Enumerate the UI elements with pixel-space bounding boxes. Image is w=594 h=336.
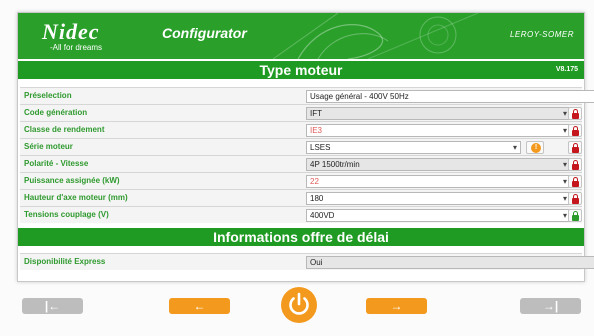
row-label: Préselection — [24, 91, 72, 100]
app-title: Configurator — [162, 25, 247, 41]
polarite-vitesse-select[interactable]: 4P 1500tr/min ▾ — [306, 158, 571, 171]
serie-moteur-select[interactable]: LSES ▾ — [306, 141, 521, 154]
row-disponibilite-express: Disponibilité Express Oui — [20, 253, 594, 270]
lock-icon[interactable] — [568, 107, 582, 120]
lock-icon[interactable] — [568, 209, 582, 222]
preselection-field[interactable]: Usage général - 400V 50Hz — [306, 90, 594, 103]
first-arrow-icon: |← — [44, 299, 61, 313]
field-value: 400VD — [310, 211, 335, 220]
chevron-down-icon: ▾ — [562, 109, 567, 118]
puissance-assignee-select[interactable]: 22 ▾ — [306, 175, 571, 188]
first-page-button[interactable]: |← — [22, 298, 83, 314]
header-decoration — [272, 13, 479, 59]
field-value: LSES — [310, 143, 331, 152]
company-tagline: -All for dreams — [50, 43, 103, 52]
lock-icon[interactable] — [568, 175, 582, 188]
disponibilite-express-field: Oui — [306, 256, 594, 269]
power-icon — [289, 292, 309, 315]
section-type-moteur: Type moteur V8.175 — [18, 61, 584, 79]
code-generation-select[interactable]: IFT ▾ — [306, 107, 571, 120]
lock-icon[interactable] — [568, 158, 582, 171]
hauteur-axe-select[interactable]: 180 ▾ — [306, 192, 571, 205]
field-value: Usage général - 400V 50Hz — [310, 92, 409, 101]
field-value: 22 — [310, 177, 319, 186]
row-label: Classe de rendement — [24, 125, 105, 134]
chevron-down-icon: ▾ — [562, 126, 567, 135]
lock-icon[interactable] — [568, 141, 582, 154]
field-value: 4P 1500tr/min — [310, 160, 360, 169]
left-arrow-icon: ← — [193, 299, 206, 313]
lock-icon[interactable] — [568, 124, 582, 137]
version-label: V8.175 — [555, 66, 578, 73]
header-banner: Nidec -All for dreams Configurator LEROY… — [18, 13, 584, 59]
section-informations-delai: Informations offre de délai — [18, 228, 584, 246]
last-page-button[interactable]: →| — [520, 298, 581, 314]
tensions-couplage-select[interactable]: 400VD ▾ — [306, 209, 571, 222]
row-preselection: Préselection Usage général - 400V 50Hz — [20, 87, 594, 104]
field-value: IFT — [310, 109, 322, 118]
configurator-window: Nidec -All for dreams Configurator LEROY… — [17, 12, 594, 282]
lock-icon[interactable] — [568, 192, 582, 205]
field-value: Oui — [310, 258, 323, 267]
power-button[interactable] — [281, 287, 317, 323]
row-tensions-couplage: Tensions couplage (V) 400VD ▾ — [20, 206, 582, 223]
row-puissance-assignee: Puissance assignée (kW) 22 ▾ — [20, 172, 582, 189]
row-polarite-vitesse: Polarité - Vitesse 4P 1500tr/min ▾ — [20, 155, 582, 172]
last-arrow-icon: →| — [542, 299, 559, 313]
company-logo: Nidec — [42, 19, 100, 44]
row-label: Série moteur — [24, 142, 73, 151]
row-serie-moteur: Série moteur LSES ▾ ! — [20, 138, 582, 155]
warning-icon[interactable]: ! — [526, 141, 544, 154]
row-label: Code génération — [24, 108, 88, 117]
previous-button[interactable]: ← — [169, 298, 230, 314]
row-label: Puissance assignée (kW) — [24, 176, 120, 185]
right-arrow-icon: → — [390, 299, 403, 313]
row-classe-rendement: Classe de rendement IE3 ▾ — [20, 121, 582, 138]
row-label: Tensions couplage (V) — [24, 210, 109, 219]
brand-logo: LEROY-SOMER — [509, 30, 574, 39]
chevron-down-icon: ▾ — [512, 143, 517, 152]
row-hauteur-axe: Hauteur d'axe moteur (mm) 180 ▾ — [20, 189, 582, 206]
row-label: Disponibilité Express — [24, 257, 106, 266]
next-button[interactable]: → — [366, 298, 427, 314]
field-value: IE3 — [310, 126, 323, 135]
chevron-down-icon: ▾ — [562, 160, 567, 169]
section-title: Type moteur — [259, 62, 343, 78]
section-title: Informations offre de délai — [213, 229, 389, 245]
row-label: Hauteur d'axe moteur (mm) — [24, 193, 128, 202]
chevron-down-icon: ▾ — [562, 177, 567, 186]
field-value: 180 — [310, 194, 324, 203]
chevron-down-icon: ▾ — [562, 211, 567, 220]
row-label: Polarité - Vitesse — [24, 159, 89, 168]
chevron-down-icon: ▾ — [562, 194, 567, 203]
classe-rendement-select[interactable]: IE3 ▾ — [306, 124, 571, 137]
row-code-generation: Code génération IFT ▾ — [20, 104, 582, 121]
